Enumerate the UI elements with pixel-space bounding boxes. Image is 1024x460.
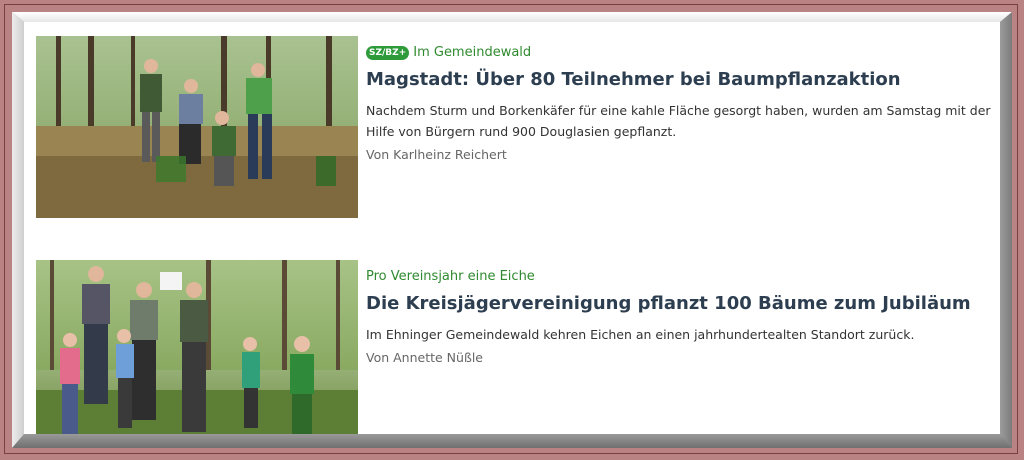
kicker-label: Pro Vereinsjahr eine Eiche xyxy=(366,269,535,284)
szbz-badge-label: SZ/BZ+ xyxy=(369,48,407,58)
szbz-plus-badge: SZ/BZ+ xyxy=(366,46,410,60)
kicker-label: Im Gemeindewald xyxy=(413,45,532,60)
article-card[interactable]: SZ/BZ+ Im Gemeindewald Magstadt: Über 80… xyxy=(36,36,996,218)
article-headline[interactable]: Die Kreisjägervereinigung pflanzt 100 Bä… xyxy=(366,293,996,315)
article-card[interactable]: Pro Vereinsjahr eine Eiche Die Kreisjäge… xyxy=(36,260,996,434)
article-headline[interactable]: Magstadt: Über 80 Teilnehmer bei Baumpfl… xyxy=(366,69,996,91)
photo-hunters-children-icon xyxy=(36,260,358,434)
article-author: Von Annette Nüßle xyxy=(366,350,483,365)
bevel-frame: SZ/BZ+ Im Gemeindewald Magstadt: Über 80… xyxy=(12,12,1012,448)
bevel-left xyxy=(12,12,24,448)
article-kicker: Pro Vereinsjahr eine Eiche xyxy=(366,268,996,286)
article-list: SZ/BZ+ Im Gemeindewald Magstadt: Über 80… xyxy=(24,22,1000,434)
article-teaser: Nachdem Sturm und Borkenkäfer für eine k… xyxy=(366,103,991,139)
article-kicker: SZ/BZ+ Im Gemeindewald xyxy=(366,44,996,62)
article-teaser: Im Ehninger Gemeindewald kehren Eichen a… xyxy=(366,327,915,342)
article-thumbnail[interactable] xyxy=(36,260,358,434)
article-thumbnail[interactable] xyxy=(36,36,358,218)
photo-tree-planting-icon xyxy=(36,36,358,218)
bevel-right xyxy=(1000,12,1012,448)
article-author: Von Karlheinz Reichert xyxy=(366,147,507,162)
bevel-top xyxy=(12,12,1012,22)
bevel-bottom xyxy=(12,434,1012,448)
